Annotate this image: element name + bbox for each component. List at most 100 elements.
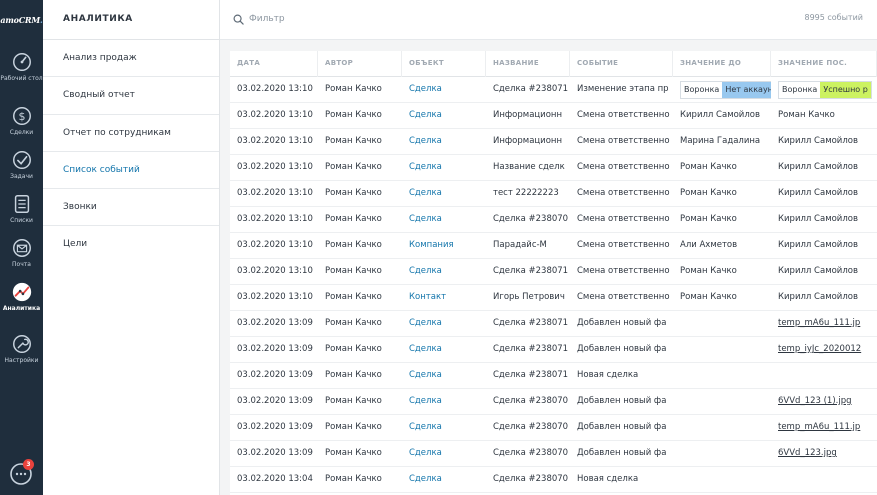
- cell-title: Сделка #238070: [486, 415, 570, 441]
- object-type-link[interactable]: Сделка: [409, 396, 442, 406]
- cell-title: Сделка #238070: [486, 467, 570, 493]
- nav-mail[interactable]: Почта: [0, 237, 43, 268]
- attached-file-link[interactable]: temp_mA6u_111.jp: [778, 318, 860, 328]
- attached-file-link[interactable]: temp_mA6u_111.jp: [778, 422, 860, 432]
- cell-event: Смена ответственно: [570, 129, 673, 155]
- sidebar-item-events-list[interactable]: Список событий: [43, 152, 219, 190]
- object-type-link[interactable]: Сделка: [409, 136, 442, 146]
- cell-value-before: Роман Качко: [673, 181, 771, 207]
- cell-value-before: [673, 389, 771, 415]
- table-row[interactable]: 03.02.2020 13:10 Роман Качко Сделка Сделка …: [230, 77, 877, 103]
- cell-date: 03.02.2020 13:09: [230, 415, 318, 441]
- cell-title: Сделка #238071: [486, 311, 570, 337]
- attached-file-link[interactable]: 6VVd_123 (1).jpg: [778, 396, 852, 406]
- object-type-link[interactable]: Сделка: [409, 448, 442, 458]
- table-row[interactable]: 03.02.2020 13:09 Роман Качко Сделка Сделка …: [230, 337, 877, 363]
- nav-lists[interactable]: Списки: [0, 193, 43, 224]
- cell-author: Роман Качко: [318, 259, 402, 285]
- table-row[interactable]: 03.02.2020 13:10 Роман Качко Сделка Информа…: [230, 129, 877, 155]
- event-text: Добавлен новый фа: [577, 396, 667, 406]
- value-before-text: Роман Качко: [680, 162, 737, 172]
- column-header-value-after[interactable]: ЗНАЧЕНИЕ ПОС.: [771, 51, 877, 77]
- object-type-link[interactable]: Сделка: [409, 214, 442, 224]
- nav-leads[interactable]: $ Сделки: [0, 105, 43, 136]
- object-type-link[interactable]: Сделка: [409, 110, 442, 120]
- object-type-link[interactable]: Сделка: [409, 84, 442, 94]
- date-text: 03.02.2020 13:10: [237, 214, 313, 224]
- table-row[interactable]: 03.02.2020 13:10 Роман Качко Сделка тест 22…: [230, 181, 877, 207]
- object-type-link[interactable]: Сделка: [409, 188, 442, 198]
- table-row[interactable]: 03.02.2020 13:09 Роман Качко Сделка Сделка …: [230, 363, 877, 389]
- cell-object: Сделка: [402, 207, 486, 233]
- nav-dashboard[interactable]: Рабочий стол: [0, 51, 43, 82]
- column-header-date[interactable]: ДАТА: [230, 51, 318, 77]
- table-row[interactable]: 03.02.2020 13:09 Роман Качко Сделка Сделка …: [230, 311, 877, 337]
- date-text: 03.02.2020 13:10: [237, 136, 313, 146]
- svg-text:$: $: [18, 110, 25, 123]
- value-after-text: Кирилл Самойлов: [778, 214, 858, 224]
- cell-event: Изменение этапа пр: [570, 77, 673, 103]
- table-row[interactable]: 03.02.2020 13:09 Роман Качко Сделка Сделка …: [230, 415, 877, 441]
- cell-value-before: [673, 311, 771, 337]
- cell-title: Информационн: [486, 103, 570, 129]
- attached-file-link[interactable]: temp_iyJc_2020012: [778, 344, 861, 354]
- author-text: Роман Качко: [325, 214, 382, 224]
- amocrm-logo[interactable]: amoCRM.: [0, 0, 43, 40]
- attached-file-link[interactable]: 6VVd_123.jpg: [778, 448, 837, 458]
- cell-date: 03.02.2020 13:09: [230, 389, 318, 415]
- column-header-event[interactable]: СОБЫТИЕ: [570, 51, 673, 77]
- date-text: 03.02.2020 13:09: [237, 344, 313, 354]
- column-header-value-before[interactable]: ЗНАЧЕНИЕ ДО: [673, 51, 771, 77]
- object-type-link[interactable]: Сделка: [409, 474, 442, 484]
- table-row[interactable]: 03.02.2020 13:09 Роман Качко Сделка Сделка …: [230, 441, 877, 467]
- nav-settings[interactable]: Настройки: [0, 333, 43, 364]
- nav-analytics-label: Аналитика: [2, 305, 41, 312]
- cell-value-before: Роман Качко: [673, 259, 771, 285]
- table-row[interactable]: 03.02.2020 13:10 Роман Качко Компания Парад…: [230, 233, 877, 259]
- date-text: 03.02.2020 13:09: [237, 422, 313, 432]
- mail-icon: [11, 237, 33, 259]
- object-type-link[interactable]: Сделка: [409, 422, 442, 432]
- object-type-link[interactable]: Компания: [409, 240, 454, 250]
- analytics-sidebar: АНАЛИТИКА Анализ продаж Сводный отчет От…: [43, 0, 220, 495]
- nav-analytics[interactable]: Аналитика: [0, 281, 43, 312]
- filter-search-input[interactable]: [249, 11, 549, 27]
- cell-title: Информационн: [486, 129, 570, 155]
- sidebar-item-calls[interactable]: Звонки: [43, 189, 219, 227]
- cell-date: 03.02.2020 13:09: [230, 363, 318, 389]
- table-row[interactable]: 03.02.2020 13:04 Роман Качко Сделка Сделка …: [230, 467, 877, 493]
- object-type-link[interactable]: Сделка: [409, 318, 442, 328]
- cell-event: Смена ответственно: [570, 181, 673, 207]
- table-row[interactable]: 03.02.2020 13:10 Роман Качко Сделка Сделка …: [230, 259, 877, 285]
- table-row[interactable]: 03.02.2020 13:10 Роман Качко Сделка Названи…: [230, 155, 877, 181]
- table-row[interactable]: 03.02.2020 13:10 Роман Качко Сделка Сделка …: [230, 207, 877, 233]
- cell-event: Добавлен новый фа: [570, 337, 673, 363]
- column-header-object[interactable]: ОБЪЕКТ: [402, 51, 486, 77]
- object-type-link[interactable]: Сделка: [409, 162, 442, 172]
- cell-author: Роман Качко: [318, 311, 402, 337]
- object-type-link[interactable]: Сделка: [409, 370, 442, 380]
- column-header-author[interactable]: АВТОР: [318, 51, 402, 77]
- author-text: Роман Качко: [325, 448, 382, 458]
- object-type-link[interactable]: Сделка: [409, 344, 442, 354]
- cell-title: Сделка #238071: [486, 259, 570, 285]
- title-text: Сделка #238071: [493, 370, 569, 380]
- cell-value-after: Кирилл Самойлов: [771, 259, 877, 285]
- cell-event: Добавлен новый фа: [570, 415, 673, 441]
- table-row[interactable]: 03.02.2020 13:09 Роман Качко Сделка Сделка …: [230, 389, 877, 415]
- object-type-link[interactable]: Контакт: [409, 292, 446, 302]
- cell-author: Роман Качко: [318, 181, 402, 207]
- cell-object: Сделка: [402, 311, 486, 337]
- cell-value-before: [673, 337, 771, 363]
- nav-tasks[interactable]: Задачи: [0, 149, 43, 180]
- table-row[interactable]: 03.02.2020 13:10 Роман Качко Сделка Информа…: [230, 103, 877, 129]
- sidebar-item-goals[interactable]: Цели: [43, 226, 219, 263]
- table-row[interactable]: 03.02.2020 13:10 Роман Качко Контакт Игорь …: [230, 285, 877, 311]
- column-header-title[interactable]: НАЗВАНИЕ: [486, 51, 570, 77]
- title-text: Сделка #238071: [493, 318, 569, 328]
- object-type-link[interactable]: Сделка: [409, 266, 442, 276]
- wrench-icon: [11, 333, 33, 355]
- sidebar-item-employee-report[interactable]: Отчет по сотрудникам: [43, 115, 219, 152]
- sidebar-item-summary-report[interactable]: Сводный отчет: [43, 77, 219, 115]
- sidebar-item-sales-analysis[interactable]: Анализ продаж: [43, 40, 219, 78]
